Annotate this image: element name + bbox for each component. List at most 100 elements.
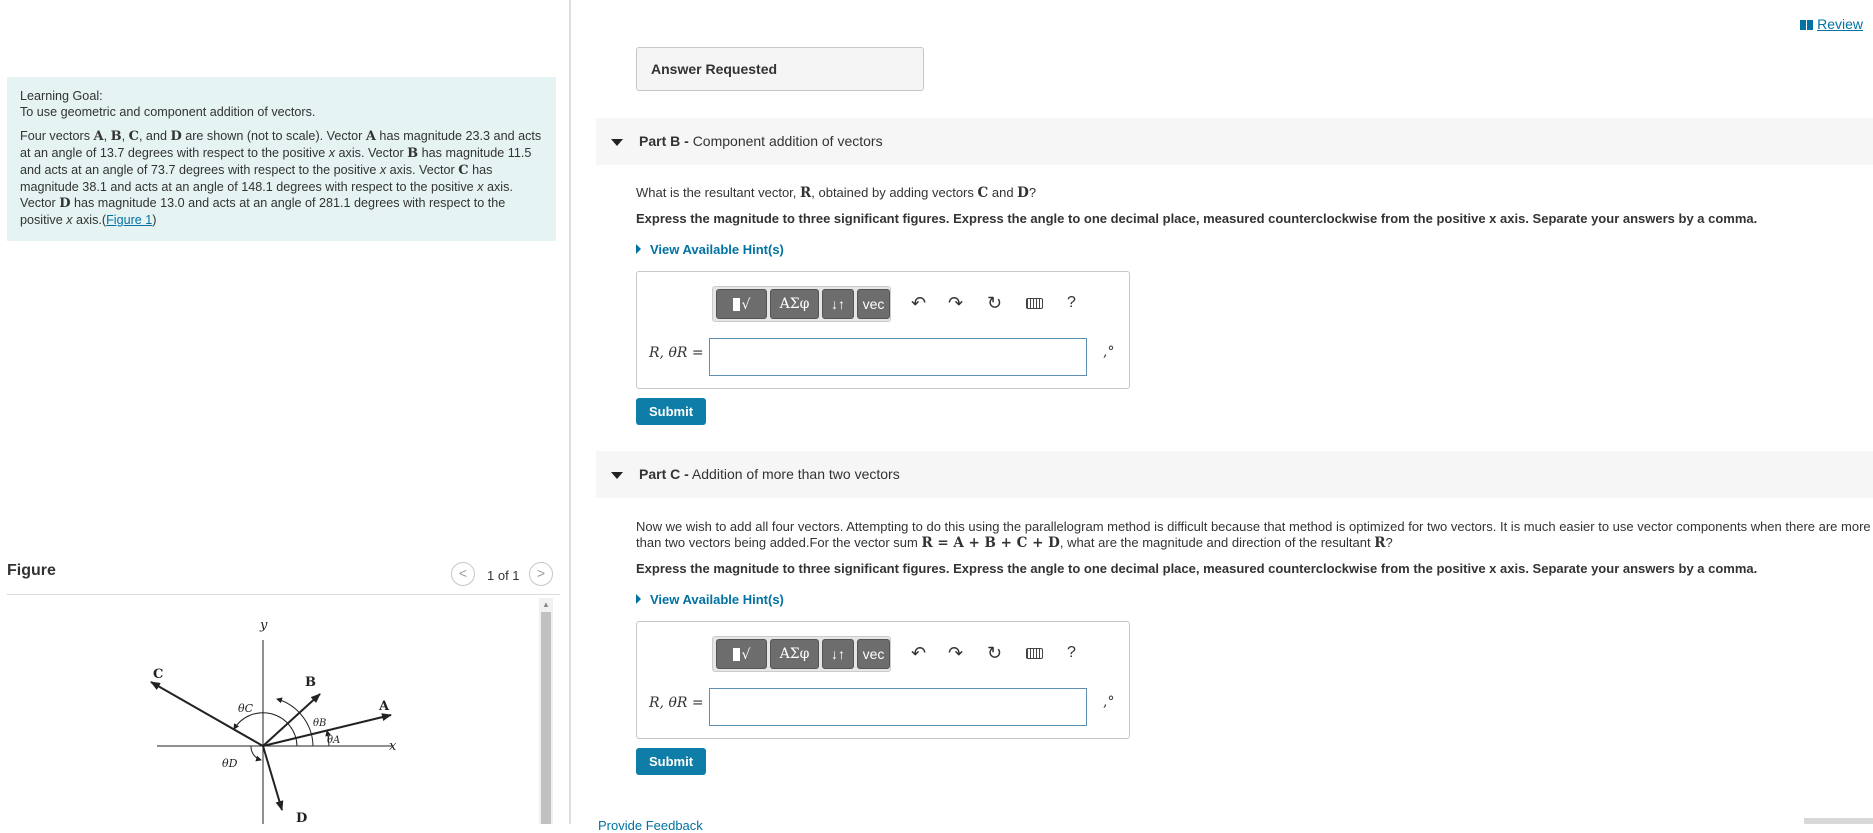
learning-goal-description: Four vectors A, B, C, and D are shown (n… [20, 128, 544, 228]
reset-icon[interactable]: ↻ [987, 643, 1002, 663]
part-c-header[interactable]: Part C - Addition of more than two vecto… [596, 451, 1873, 498]
vector-sum-expression: R = A + B + C + D [921, 535, 1060, 551]
subscript-superscript-button[interactable]: ↓↑ [822, 289, 854, 319]
corner-element [1804, 818, 1873, 824]
part-c-question: Now we wish to add all four vectors. Att… [636, 519, 1873, 551]
reset-icon[interactable]: ↻ [987, 293, 1002, 313]
subscript-superscript-button[interactable]: ↓↑ [822, 639, 854, 669]
vector-symbol: R [1374, 535, 1386, 551]
undo-icon[interactable]: ↶ [911, 643, 926, 663]
text-run: are shown (not to scale). Vector [181, 129, 366, 143]
part-b-answer-input[interactable] [709, 338, 1087, 376]
x-axis-label: x [389, 739, 397, 754]
figure-scrollbar[interactable]: ▲ [539, 598, 553, 824]
equation-text: R, θR = [649, 345, 704, 361]
label-theta-b: θB [313, 718, 326, 729]
figure-header: Figure < 1 of 1 > [7, 560, 560, 595]
text-run: ? [1028, 185, 1037, 200]
scrollbar-thumb[interactable] [541, 612, 551, 824]
review-link[interactable]: Review [1800, 16, 1863, 32]
learning-goal-title: Learning Goal: [20, 89, 103, 103]
equation-text: R, θR = [649, 695, 704, 711]
scroll-up-icon[interactable]: ▲ [542, 600, 550, 609]
keyboard-icon[interactable] [1026, 648, 1043, 659]
text-run: ? [1385, 535, 1393, 550]
text-run: , [103, 129, 111, 143]
collapse-triangle-icon[interactable] [611, 139, 623, 146]
question-line: than two vectors being added.For the vec… [636, 535, 1873, 551]
part-b-header[interactable]: Part B - Component addition of vectors [596, 118, 1873, 165]
help-icon[interactable]: ? [1067, 643, 1076, 663]
vector-symbol: C [458, 163, 469, 178]
template-icon [732, 298, 740, 311]
part-b-submit-button[interactable]: Submit [636, 398, 706, 425]
angle-arc-d [250, 745, 262, 762]
expand-triangle-icon [636, 244, 641, 254]
part-b-title: Part B - Component addition of vectors [639, 133, 883, 149]
vector-button[interactable]: vec [857, 289, 890, 319]
text-run: axis.( [72, 213, 107, 227]
vector-symbol: C [128, 129, 139, 144]
provide-feedback-link[interactable]: Provide Feedback [598, 818, 703, 833]
previous-figure-button[interactable]: < [451, 562, 475, 586]
label-theta-a: θA [327, 735, 340, 746]
review-label: Review [1817, 16, 1863, 32]
redo-icon[interactable]: ↷ [948, 643, 963, 663]
template-icon [732, 648, 740, 661]
templates-button[interactable]: √ [716, 639, 767, 669]
next-figure-button[interactable]: > [529, 562, 553, 586]
vector-symbol: C [977, 185, 989, 201]
help-icon[interactable]: ? [1067, 293, 1076, 313]
part-c-hint-toggle[interactable]: View Available Hint(s) [636, 592, 784, 607]
part-b-equation-label: R, θR = [649, 345, 704, 361]
part-b-instruction: Express the magnitude to three significa… [636, 211, 1758, 226]
expand-triangle-icon [636, 594, 641, 604]
collapse-triangle-icon[interactable] [611, 472, 623, 479]
templates-button[interactable]: √ [716, 289, 767, 319]
answer-requested-box: Answer Requested [636, 47, 924, 91]
vector-diagram: y x A B C D θA θB θC θD [150, 618, 397, 824]
figure-link[interactable]: Figure 1 [106, 213, 152, 227]
degree-unit: ,° [1103, 344, 1115, 360]
vector-symbol: D [170, 129, 182, 144]
degree-unit: ,° [1103, 694, 1115, 710]
text-run: axis. Vector [335, 146, 408, 160]
label-a: A [378, 699, 390, 714]
text-run: Four vectors [20, 129, 94, 143]
panel-divider [569, 0, 571, 824]
label-theta-c: θC [238, 702, 254, 715]
part-c-submit-button[interactable]: Submit [636, 748, 706, 775]
keyboard-icon[interactable] [1026, 298, 1043, 309]
label-d: D [296, 811, 307, 824]
learning-goal-text: To use geometric and component addition … [20, 105, 316, 119]
part-c-answer-box: √ ΑΣφ ↓↑ vec ↶ ↷ ↻ ? R, θR = ,° [636, 621, 1130, 739]
vector-symbol: D [59, 196, 71, 211]
figure-image: y x A B C D θA θB θC θD [7, 598, 537, 824]
label-c: C [153, 667, 163, 682]
greek-symbols-button[interactable]: ΑΣφ [770, 639, 819, 669]
math-toolbar: √ ΑΣφ ↓↑ vec [712, 286, 891, 322]
part-b-hint-toggle[interactable]: View Available Hint(s) [636, 242, 784, 257]
text-run: , obtained by adding vectors [811, 185, 978, 200]
text-run: than two vectors being added.For the vec… [636, 535, 922, 550]
part-b-label: Part B - [639, 133, 689, 149]
part-c-answer-input[interactable] [709, 688, 1087, 726]
hint-label: View Available Hint(s) [650, 242, 784, 257]
book-icon [1800, 20, 1814, 30]
vector-button[interactable]: vec [857, 639, 890, 669]
radical-icon: √ [741, 297, 751, 313]
label-theta-d: θD [222, 757, 238, 770]
part-c-label: Part C - [639, 466, 689, 482]
vector-symbol: R [800, 185, 812, 201]
text-run: , and [138, 129, 171, 143]
text-run: ) [152, 213, 157, 227]
part-b-question: What is the resultant vector, R, obtaine… [636, 185, 1036, 201]
learning-goal-box: Learning Goal: To use geometric and comp… [7, 77, 556, 241]
redo-icon[interactable]: ↷ [948, 293, 963, 313]
vector-symbol: A [365, 129, 376, 144]
text-run: What is the resultant vector, [636, 185, 801, 200]
undo-icon[interactable]: ↶ [911, 293, 926, 313]
greek-symbols-button[interactable]: ΑΣφ [770, 289, 819, 319]
part-b-answer-box: √ ΑΣφ ↓↑ vec ↶ ↷ ↻ ? R, θR = ,° [636, 271, 1130, 389]
vector-d [262, 745, 284, 811]
